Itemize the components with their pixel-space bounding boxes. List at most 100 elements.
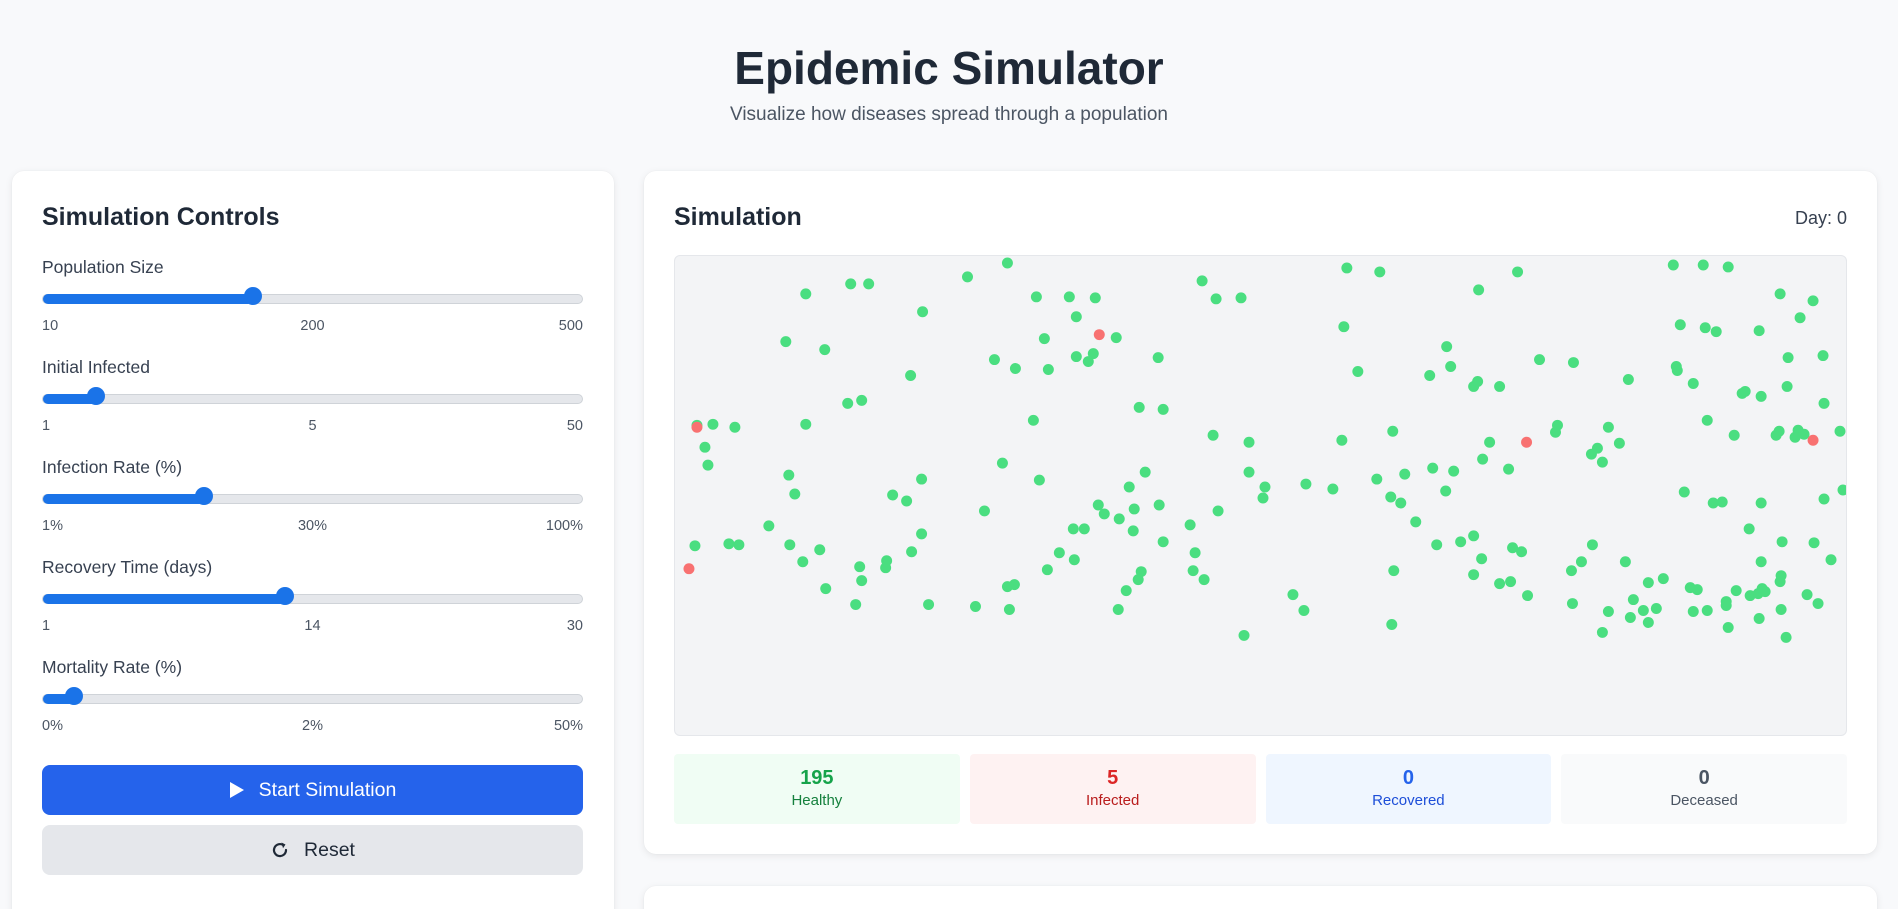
healthy-person-dot xyxy=(1008,579,1020,591)
healthy-person-dot xyxy=(1235,292,1247,304)
mortality-rate-slider[interactable] xyxy=(42,694,583,704)
healthy-person-dot xyxy=(1468,569,1480,581)
healthy-person-dot xyxy=(1780,631,1792,643)
healthy-person-dot xyxy=(1371,473,1383,485)
healthy-person-dot xyxy=(1184,519,1196,531)
healthy-person-dot xyxy=(1701,605,1713,616)
healthy-person-dot xyxy=(1078,523,1090,535)
infection-rate-slider[interactable] xyxy=(42,494,583,504)
healthy-person-dot xyxy=(1782,352,1794,364)
healthy-person-dot xyxy=(707,418,719,430)
healthy-person-dot xyxy=(1157,536,1169,548)
healthy-person-dot xyxy=(1707,497,1719,509)
healthy-person-dot xyxy=(906,546,918,558)
healthy-person-dot xyxy=(1112,604,1124,616)
healthy-person-dot xyxy=(800,288,812,300)
recovery-time-slider[interactable] xyxy=(42,594,583,604)
recovered-label: Recovered xyxy=(1372,792,1445,809)
healthy-person-dot xyxy=(1755,390,1767,402)
healthy-person-dot xyxy=(1642,577,1654,589)
infected-stat: 5 Infected xyxy=(969,754,1256,824)
population-size-slider-thumb[interactable] xyxy=(243,287,262,305)
healthy-person-dot xyxy=(1385,491,1397,503)
healthy-person-dot xyxy=(1063,291,1075,303)
infected-label: Infected xyxy=(1085,792,1140,809)
healthy-person-dot xyxy=(845,278,857,290)
start-simulation-button[interactable]: Start Simulation xyxy=(42,765,583,815)
healthy-person-dot xyxy=(1687,377,1699,389)
healthy-person-dot xyxy=(917,306,929,318)
healthy-person-dot xyxy=(1338,321,1350,333)
healthy-person-dot xyxy=(962,271,973,283)
population-size-slider[interactable] xyxy=(42,294,583,304)
healthy-person-dot xyxy=(1120,585,1132,597)
infected-person-dot xyxy=(683,563,695,575)
initial-infected-slider[interactable] xyxy=(42,394,583,404)
healthy-person-dot xyxy=(1775,604,1787,616)
reset-button[interactable]: Reset xyxy=(42,825,583,875)
healthy-person-dot xyxy=(1781,380,1793,392)
healthy-person-dot xyxy=(1753,613,1765,624)
healthy-person-dot xyxy=(1212,505,1224,517)
healthy-person-dot xyxy=(1003,604,1015,616)
page-subtitle: Visualize how diseases spread through a … xyxy=(729,104,1168,125)
healthy-person-dot xyxy=(1794,312,1806,324)
infected-person-dot xyxy=(1807,434,1819,446)
healthy-person-dot xyxy=(881,555,893,567)
slider-fill xyxy=(43,594,286,604)
healthy-person-dot xyxy=(1818,493,1830,505)
healthy-person-dot xyxy=(1701,414,1713,426)
healthy-person-dot xyxy=(819,344,831,356)
healthy-person-dot xyxy=(842,397,854,409)
slider-min-label: 1 xyxy=(42,418,51,434)
healthy-person-dot xyxy=(1642,616,1654,628)
healthy-person-dot xyxy=(729,421,741,433)
healthy-person-dot xyxy=(1602,606,1614,617)
healthy-person-dot xyxy=(723,538,735,550)
healthy-person-dot xyxy=(689,540,701,552)
healthy-person-dot xyxy=(1720,596,1732,608)
healthy-person-dot xyxy=(1387,425,1399,437)
recovered-count: 0 xyxy=(1402,767,1414,789)
healthy-person-dot xyxy=(1196,275,1208,287)
slider-mid-label: 5 xyxy=(308,418,317,434)
healthy-person-dot xyxy=(1728,429,1740,441)
healthy-person-dot xyxy=(1674,319,1686,331)
healthy-person-dot xyxy=(1030,291,1042,303)
simulation-canvas xyxy=(674,255,1847,736)
healthy-person-dot xyxy=(1505,576,1517,588)
healthy-person-dot xyxy=(1503,463,1515,475)
initial-infected-slider-thumb[interactable] xyxy=(87,387,106,405)
healthy-person-dot xyxy=(1596,626,1608,638)
healthy-person-dot xyxy=(1619,556,1631,568)
recovered-stat: 0 Recovered xyxy=(1265,754,1552,824)
healthy-person-dot xyxy=(814,544,826,556)
healthy-person-dot xyxy=(1440,485,1452,497)
simulation-title: Simulation xyxy=(674,203,802,231)
healthy-person-dot xyxy=(1127,525,1139,537)
healthy-person-dot xyxy=(1801,589,1813,601)
healthy-person-dot xyxy=(1257,492,1269,504)
healthy-person-dot xyxy=(1512,266,1524,278)
slider-min-label: 0% xyxy=(42,718,63,734)
healthy-person-dot xyxy=(1817,350,1829,362)
healthy-person-dot xyxy=(699,441,711,453)
healthy-person-dot xyxy=(1743,523,1755,535)
healthy-person-dot xyxy=(1494,578,1506,590)
healthy-person-dot xyxy=(1627,594,1639,606)
healthy-person-dot xyxy=(780,336,792,348)
refresh-icon xyxy=(272,842,288,858)
chart-panel xyxy=(644,886,1877,909)
healthy-person-dot xyxy=(1298,605,1310,616)
healthy-person-dot xyxy=(1113,513,1125,525)
healthy-person-dot xyxy=(1027,414,1039,426)
healthy-person-dot xyxy=(1041,564,1053,576)
healthy-person-dot xyxy=(1053,547,1065,559)
slider-max-label: 50% xyxy=(553,718,583,734)
healthy-person-dot xyxy=(1410,516,1422,528)
healthy-person-dot xyxy=(1687,606,1699,617)
healthy-person-dot xyxy=(1477,453,1489,465)
healthy-person-dot xyxy=(978,505,990,517)
deceased-count: 0 xyxy=(1698,767,1710,789)
healthy-person-dot xyxy=(901,495,913,507)
